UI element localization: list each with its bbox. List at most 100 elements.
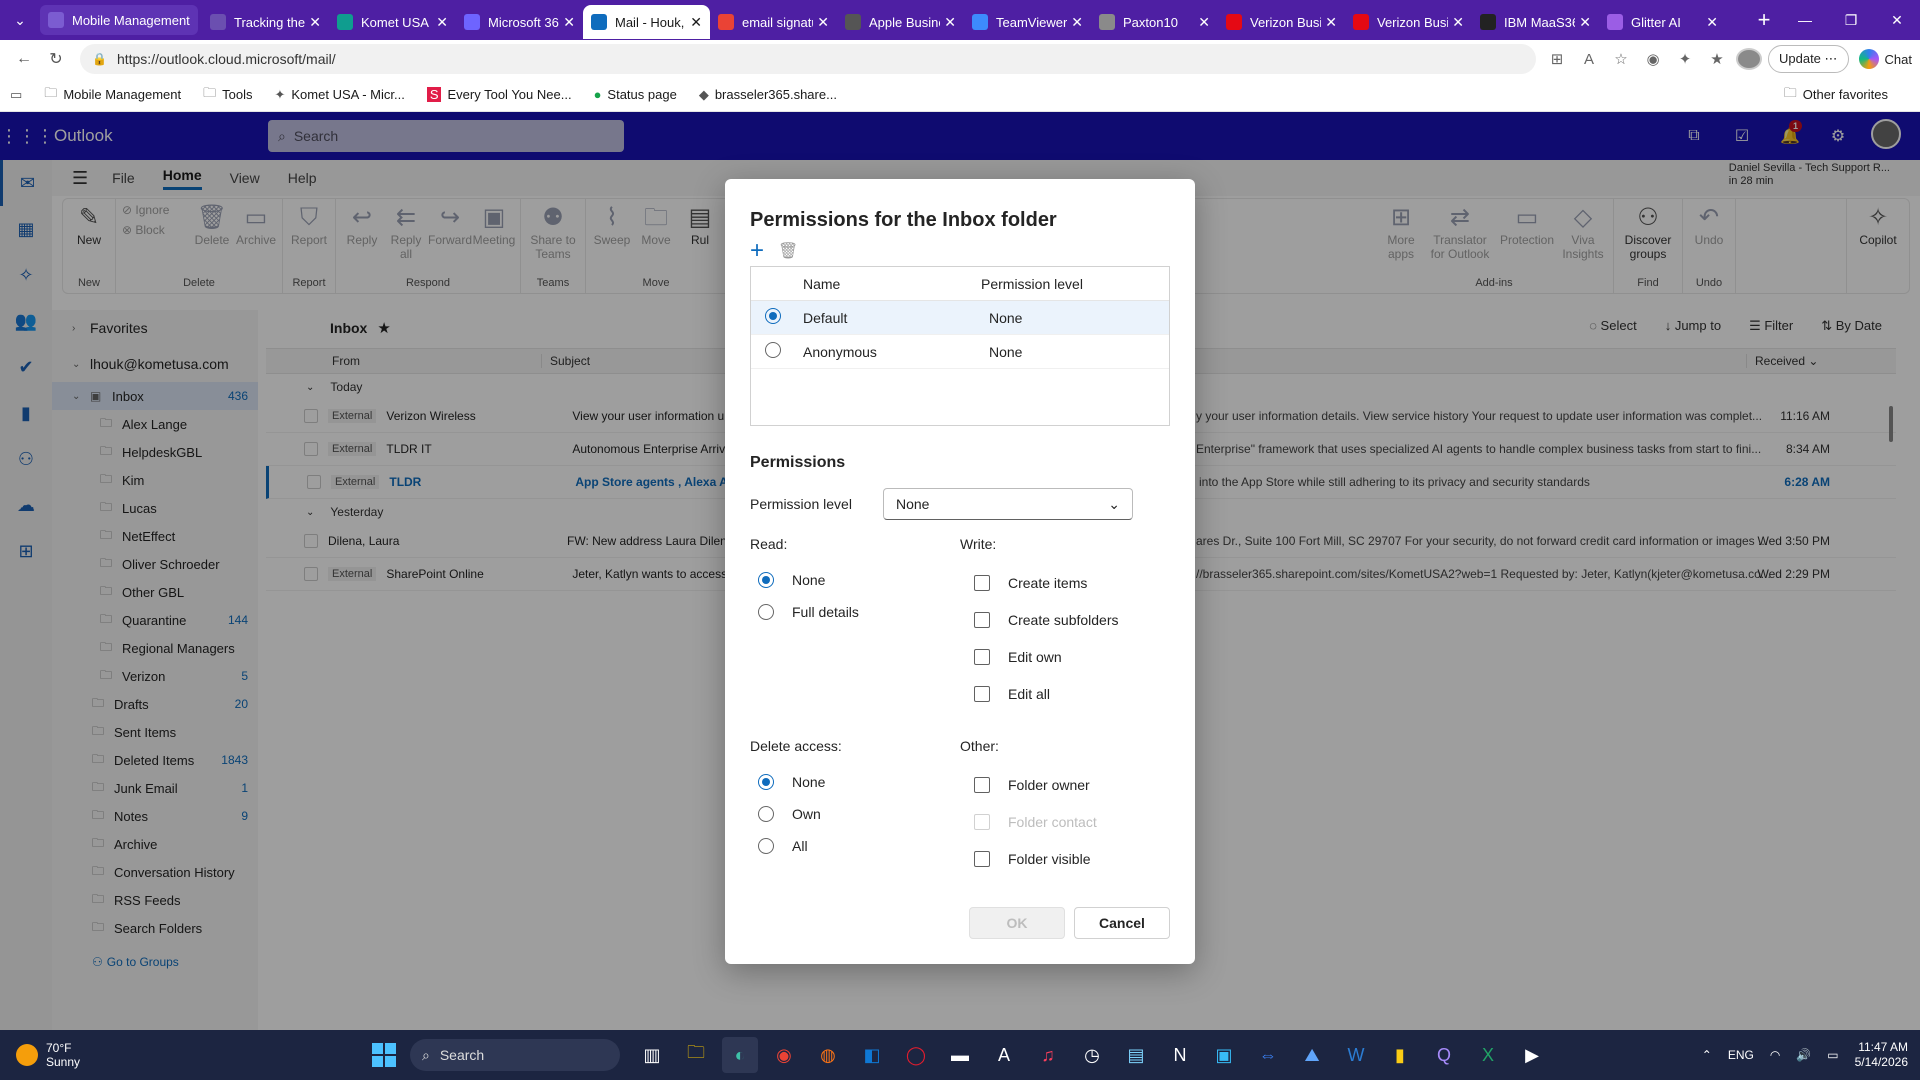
row-radio[interactable] [765,342,781,358]
write-option-edit-all[interactable]: Edit all [960,675,1170,712]
notepad-icon[interactable]: ▤ [1118,1037,1154,1073]
read-option-full-details[interactable]: Full details [750,596,960,628]
favorites-icon[interactable]: ★ [1704,50,1730,68]
remote-desktop-icon[interactable]: ▣ [1206,1037,1242,1073]
write-option-create-subfolders[interactable]: Create subfolders [960,601,1170,638]
checkbox[interactable] [974,611,990,628]
chrome-icon[interactable]: ◉ [766,1037,802,1073]
favorite-komet-usa-micr[interactable]: ✦ Komet USA - Micr... [274,84,404,106]
permission-row-anonymous[interactable]: Anonymous None [751,335,1169,369]
radio-button[interactable] [758,806,774,822]
radio-button[interactable] [758,774,774,790]
favorite-status-page[interactable]: ● Status page [594,84,677,106]
tracking-icon[interactable]: ◉ [1640,50,1666,68]
weather-widget[interactable]: 70°F Sunny [16,1041,80,1069]
checkbox[interactable] [974,574,990,591]
browser-tab[interactable]: Komet USA I ✕ [329,5,456,39]
edge-icon[interactable]: ◐ [722,1037,758,1073]
browser-tab[interactable]: Paxton10 ✕ [1091,5,1218,39]
browser-tab[interactable]: TeamViewer ✕ [964,5,1091,39]
tab-close-icon[interactable]: ✕ [1071,14,1083,31]
row-radio[interactable] [765,308,781,324]
new-tab-button[interactable]: + [1746,7,1782,33]
tab-close-icon[interactable]: ✕ [1325,14,1337,31]
other-option-folder-owner[interactable]: Folder owner [960,766,1170,803]
wifi-icon[interactable]: ◠ [1770,1048,1780,1062]
favorite-brasseler365-share[interactable]: ◆ brasseler365.share... [699,84,837,106]
checkbox[interactable] [974,648,990,665]
clock-app-icon[interactable]: ◷ [1074,1037,1110,1073]
checkbox[interactable] [974,685,990,702]
outlook-taskbar-icon[interactable]: ◧ [854,1037,890,1073]
add-user-icon[interactable]: + [750,237,764,265]
tray-chevron-icon[interactable]: ⌃ [1702,1048,1712,1062]
battery-icon[interactable]: ▭ [1827,1048,1838,1062]
tab-close-icon[interactable]: ✕ [1198,14,1210,31]
url-field[interactable]: 🔒 https://outlook.cloud.microsoft/mail/ [80,44,1536,74]
task-view-icon[interactable]: ▥ [634,1037,670,1073]
browser-tab[interactable]: Verizon Busi ✕ [1345,5,1472,39]
terminal-icon[interactable]: ▬ [942,1037,978,1073]
radio-button[interactable] [758,572,774,588]
trash-icon[interactable]: 🗑 [778,241,798,261]
delete-option-all[interactable]: All [750,830,960,862]
notion-icon[interactable]: N [1162,1037,1198,1073]
browser-tab[interactable]: Mail - Houk, ✕ [583,5,710,39]
tab-close-icon[interactable]: ✕ [817,14,829,31]
volume-icon[interactable]: 🔊 [1796,1048,1811,1062]
tab-close-icon[interactable]: ✕ [563,14,575,31]
permission-level-dropdown[interactable]: None ⌄ [883,488,1133,520]
browser-tab[interactable]: Tracking the ✕ [202,5,329,39]
radio-button[interactable] [758,838,774,854]
update-button[interactable]: Update ⋯ [1767,45,1849,73]
app-icon-a[interactable]: A [986,1037,1022,1073]
file-explorer-icon[interactable]: 🗀 [678,1037,714,1073]
restore-icon[interactable]: ❐ [1828,12,1874,29]
ok-button[interactable]: OK [969,907,1065,939]
cancel-button[interactable]: Cancel [1074,907,1170,939]
tab-actions-menu-icon[interactable]: ⌄ [0,0,40,40]
tab-close-icon[interactable]: ✕ [436,14,448,31]
delete-option-none[interactable]: None [750,766,960,798]
app-icon-q[interactable]: Q [1426,1037,1462,1073]
extensions-icon[interactable]: ✦ [1672,50,1698,68]
minimize-icon[interactable]: — [1782,12,1828,29]
tab-close-icon[interactable]: ✕ [1452,14,1464,31]
favorite-star-icon[interactable]: ☆ [1608,50,1634,68]
favorite-mobile-management[interactable]: 🗀 Mobile Management [44,84,181,106]
photos-icon[interactable]: ⛰ [1294,1037,1330,1073]
media-player-icon[interactable]: ▶ [1514,1037,1550,1073]
favorite-tools[interactable]: 🗀 Tools [203,84,252,106]
browser-tab[interactable]: email signatu ✕ [710,5,837,39]
favorite-every-tool-you-nee[interactable]: S Every Tool You Nee... [426,84,572,106]
word-icon[interactable]: W [1338,1037,1374,1073]
music-icon[interactable]: ♫ [1030,1037,1066,1073]
browser-tab[interactable]: Apple Busine ✕ [837,5,964,39]
profile-avatar[interactable] [1735,48,1762,70]
browser-tab[interactable]: Microsoft 36 ✕ [456,5,583,39]
browser-tab[interactable]: Glitter AI ✕ [1599,5,1726,39]
favorites-bar-icon[interactable]: ▭ [10,87,22,103]
back-icon[interactable]: ← [8,50,40,68]
write-option-edit-own[interactable]: Edit own [960,638,1170,675]
tab-close-icon[interactable]: ✕ [944,14,956,31]
read-aloud-icon[interactable]: A [1576,51,1602,68]
tab-close-icon[interactable]: ✕ [690,14,702,31]
copilot-chat-button[interactable]: Chat [1858,49,1912,69]
delete-option-own[interactable]: Own [750,798,960,830]
taskbar-search[interactable]: ⌕ Search [410,1039,620,1071]
permission-row-default[interactable]: Default None [751,301,1169,335]
other-option-folder-visible[interactable]: Folder visible [960,840,1170,877]
refresh-icon[interactable]: ↻ [40,49,72,69]
tab-close-icon[interactable]: ✕ [1706,14,1718,31]
language-indicator[interactable]: ENG [1728,1048,1754,1062]
close-window-icon[interactable]: ✕ [1874,12,1920,29]
teamviewer-icon[interactable]: ⇔ [1250,1037,1286,1073]
checkbox[interactable] [974,776,990,793]
read-option-none[interactable]: None [750,564,960,596]
other-favorites[interactable]: 🗀 Other favorites [1784,84,1888,106]
browser-tab[interactable]: IBM MaaS36 ✕ [1472,5,1599,39]
apps-icon[interactable]: ⊞ [1544,50,1570,68]
checkbox[interactable] [974,850,990,867]
browser-tab[interactable]: Mobile Management [40,5,198,35]
